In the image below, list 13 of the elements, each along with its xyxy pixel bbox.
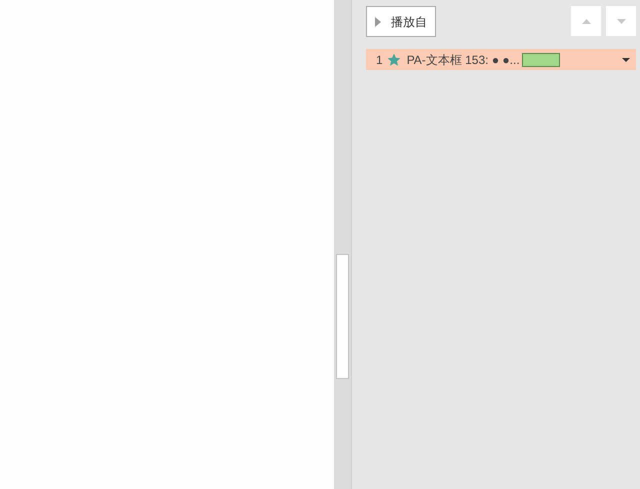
play-from-button[interactable]: 播放自 (366, 6, 436, 37)
timing-bar (522, 52, 560, 66)
star-icon (386, 52, 401, 66)
animation-name: PA-文本框 153: ● ●... (406, 52, 520, 68)
animation-item[interactable]: 1 PA-文本框 153: ● ●... (366, 49, 636, 70)
move-down-button[interactable] (606, 6, 636, 36)
down-arrow-icon (616, 18, 626, 24)
dropdown-caret-icon[interactable] (622, 58, 630, 62)
play-icon (375, 16, 381, 26)
up-arrow-icon (582, 18, 590, 24)
scrollbar-thumb[interactable] (336, 254, 349, 379)
move-up-button[interactable] (571, 6, 601, 36)
animation-number: 1 (376, 52, 383, 68)
